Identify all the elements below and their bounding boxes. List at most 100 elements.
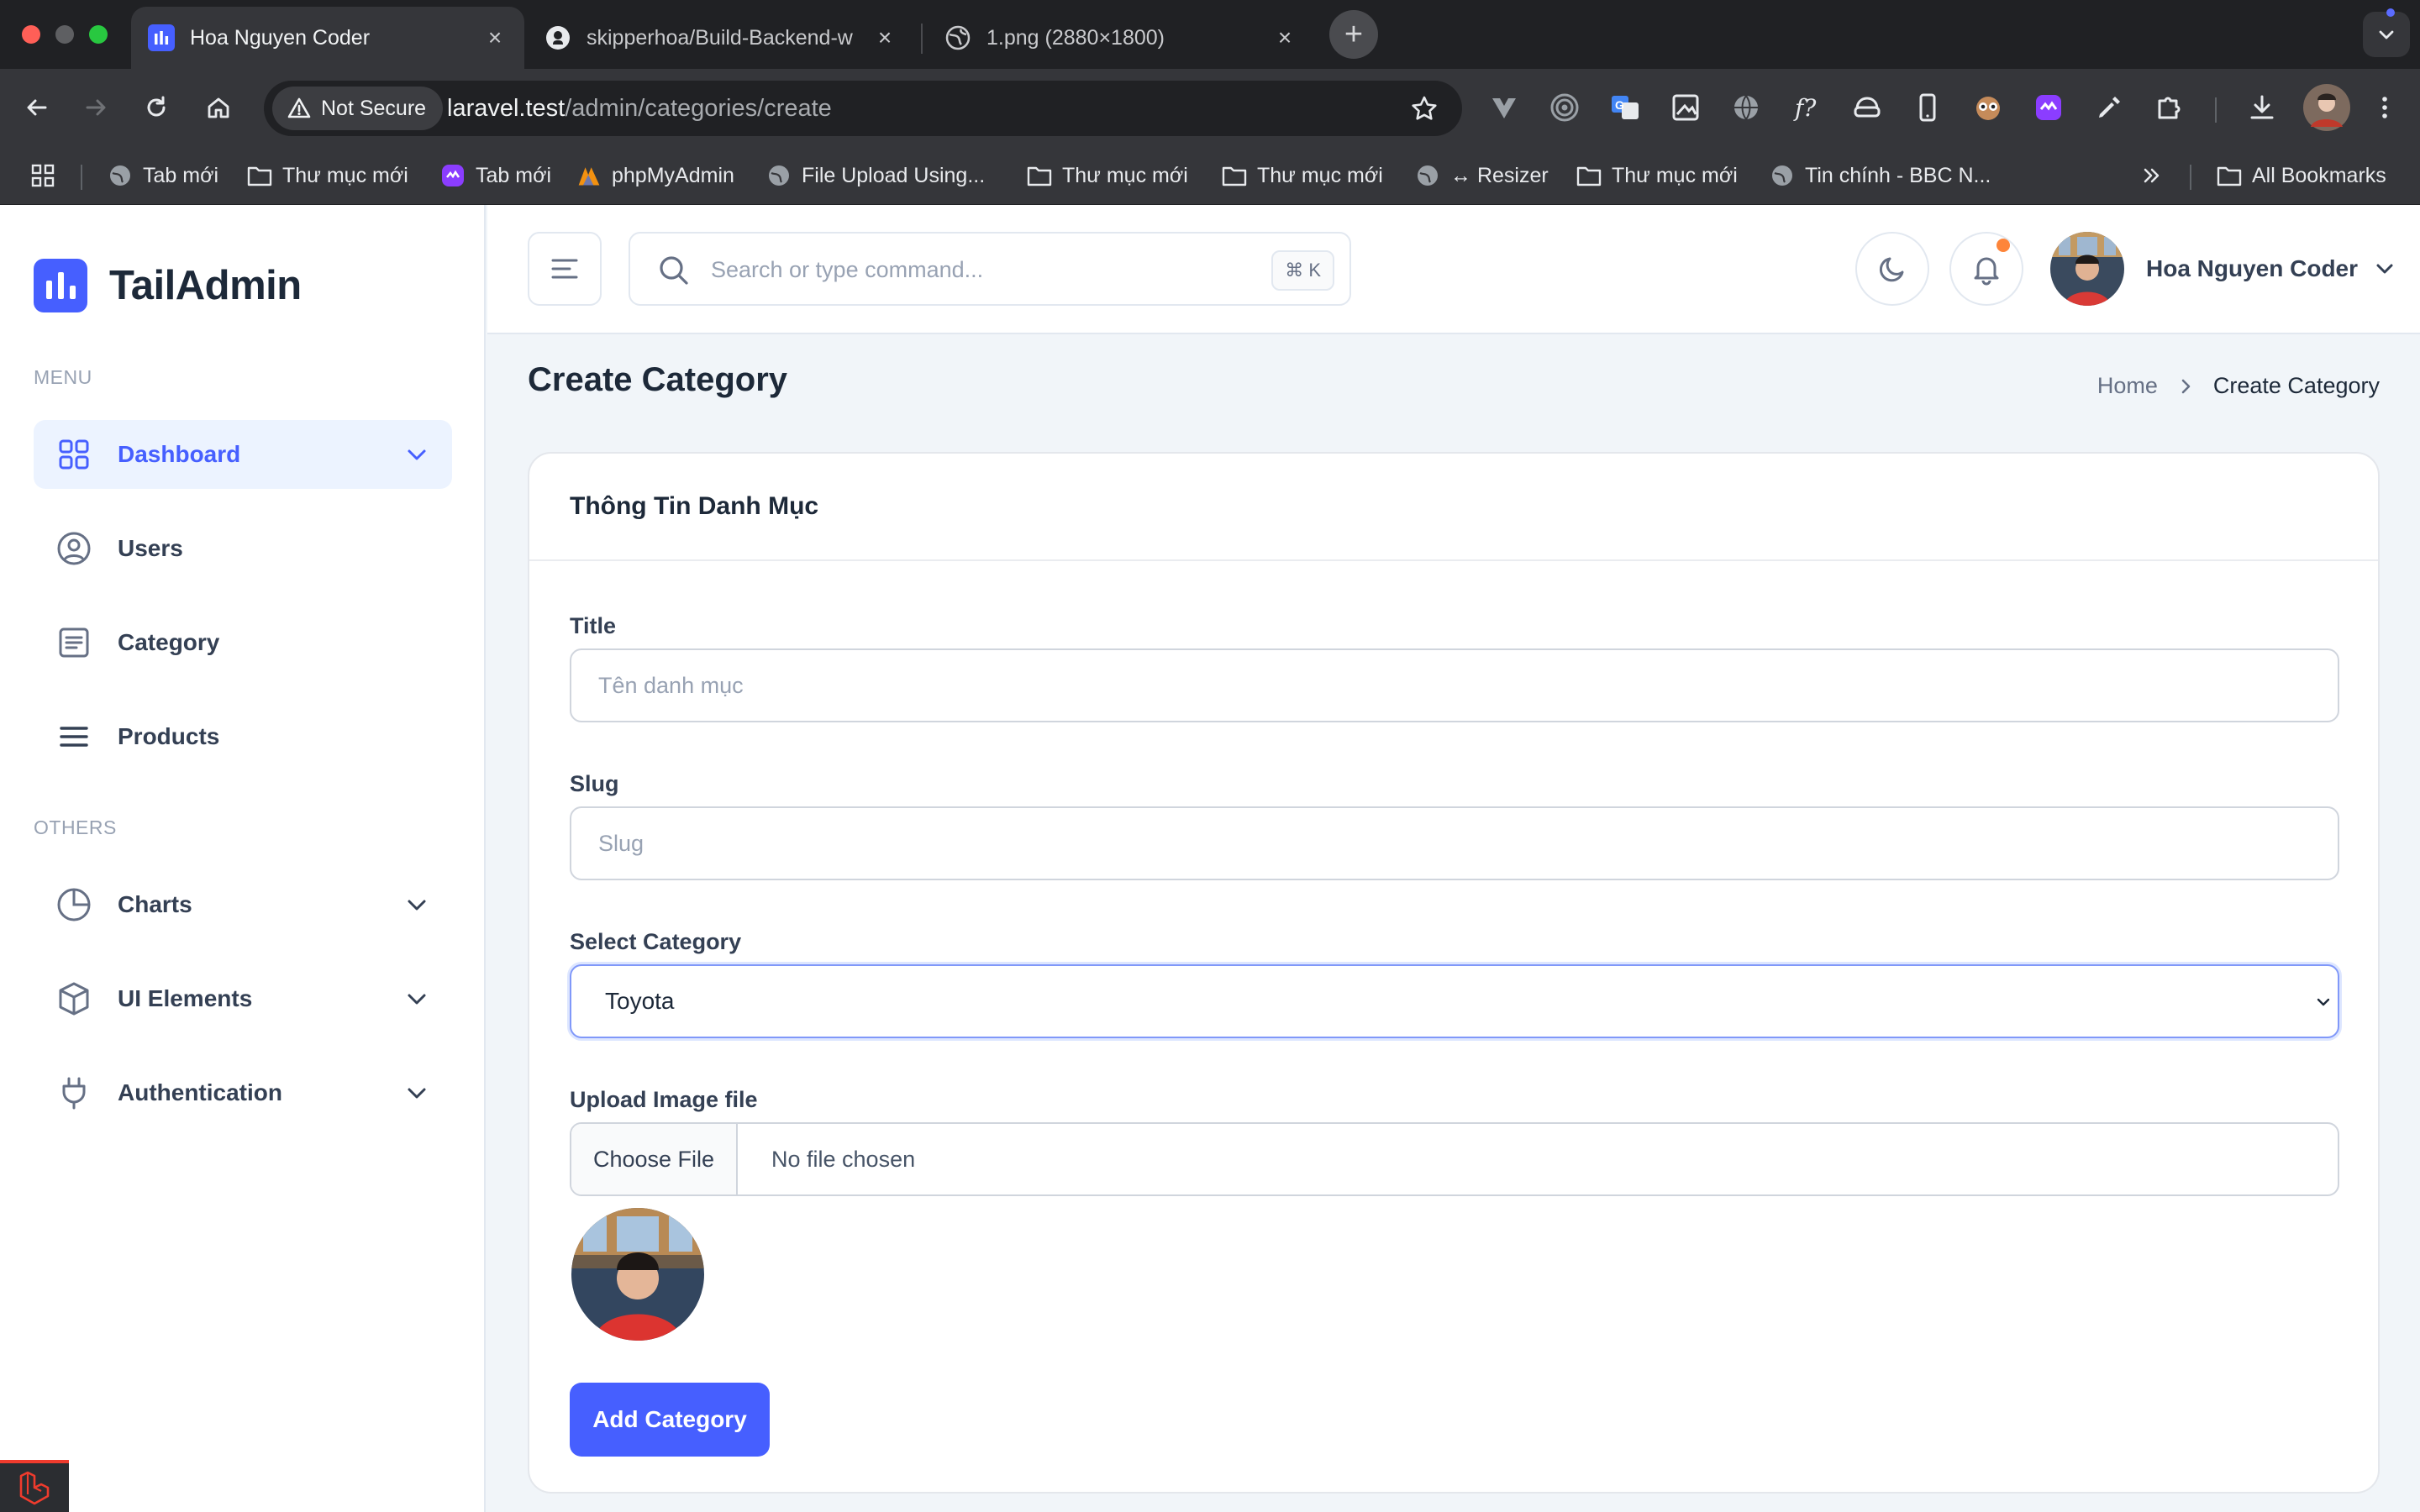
- tab-title: Hoa Nguyen Coder: [190, 25, 371, 50]
- bookmark-label: File Upload Using...: [802, 163, 986, 187]
- dark-mode-toggle[interactable]: [1855, 232, 1929, 306]
- bookmark-folder[interactable]: Thư mục mới: [1027, 160, 1188, 192]
- user-menu[interactable]: Hoa Nguyen Coder: [2050, 232, 2396, 306]
- bookmark-label: phpMyAdmin: [612, 163, 734, 187]
- ai-extension-icon[interactable]: [1849, 89, 1886, 126]
- chevron-down-icon: [403, 441, 430, 468]
- bookmark-item[interactable]: ↔ Resizer: [1415, 160, 1549, 192]
- category-select[interactable]: Toyota: [570, 964, 2339, 1038]
- bookmark-label: ↔ Resizer: [1450, 163, 1549, 187]
- brand-logo[interactable]: TailAdmin: [34, 259, 302, 312]
- close-tab-icon[interactable]: ×: [1272, 24, 1297, 50]
- zoom-window-button[interactable]: [89, 25, 108, 44]
- choose-file-button[interactable]: Choose File: [571, 1124, 738, 1194]
- bookmark-item[interactable]: File Upload Using...: [766, 160, 985, 192]
- bookmark-folder[interactable]: Thư mục mới: [247, 160, 408, 192]
- forward-button[interactable]: [76, 87, 116, 128]
- new-tab-button[interactable]: +: [1329, 10, 1378, 59]
- globe-extension-icon[interactable]: [1728, 89, 1765, 126]
- notifications-button[interactable]: [1949, 232, 2023, 306]
- avatar: [2050, 232, 2124, 306]
- home-button[interactable]: [198, 87, 239, 128]
- close-tab-icon[interactable]: ×: [872, 24, 897, 50]
- all-bookmarks-button[interactable]: All Bookmarks: [2217, 160, 2386, 192]
- purple-extension-icon[interactable]: [2030, 89, 2067, 126]
- vuejs-devtools-icon[interactable]: [1486, 89, 1523, 126]
- top-header: ⌘ K Hoa Nguyen Coder: [487, 205, 2420, 334]
- mobile-view-icon[interactable]: [1909, 89, 1946, 126]
- card-header: Thông Tin Danh Mục: [529, 454, 2378, 561]
- tab-github[interactable]: skipperhoa/Build-Backend-w ×: [528, 7, 914, 69]
- menu-heading: MENU: [34, 366, 92, 388]
- admin-app: TailAdmin MENU Dashboard Users Category: [0, 205, 2420, 1512]
- tab-hoa-nguyen-coder[interactable]: Hoa Nguyen Coder ×: [131, 7, 524, 69]
- bookmark-label: Tin chính - BBC N...: [1805, 163, 1991, 187]
- tailadmin-favicon-icon: [148, 24, 175, 51]
- laravel-debugbar-icon[interactable]: [0, 1460, 69, 1512]
- sidebar-item-dashboard[interactable]: Dashboard: [34, 420, 452, 489]
- target-extension-icon[interactable]: [1546, 89, 1583, 126]
- tab-strip: Hoa Nguyen Coder × skipperhoa/Build-Back…: [0, 0, 2420, 69]
- title-input[interactable]: [570, 648, 2339, 722]
- breadcrumb-home-link[interactable]: Home: [2097, 373, 2158, 399]
- sidebar-item-charts[interactable]: Charts: [34, 870, 452, 939]
- sidebar-item-label: UI Elements: [118, 985, 253, 1011]
- phpmyadmin-icon: [576, 163, 602, 188]
- apps-grid-icon[interactable]: [30, 160, 55, 192]
- upload-image-label: Upload Image file: [570, 1087, 758, 1112]
- address-bar[interactable]: Not Secure laravel.test/admin/categories…: [264, 81, 1462, 136]
- user-name: Hoa Nguyen Coder: [2146, 255, 2359, 281]
- sidebar-item-authentication[interactable]: Authentication: [34, 1058, 452, 1127]
- sidebar-item-users[interactable]: Users: [34, 514, 452, 583]
- more-bookmarks-icon[interactable]: [2141, 160, 2163, 192]
- arrow-right-icon: [86, 99, 106, 116]
- add-category-button[interactable]: Add Category: [570, 1383, 770, 1457]
- close-tab-icon[interactable]: ×: [482, 24, 508, 50]
- font-extension-icon[interactable]: f?: [1788, 89, 1825, 126]
- tab-search-button[interactable]: [2363, 12, 2410, 57]
- close-window-button[interactable]: [22, 25, 40, 44]
- folder-icon: [1576, 163, 1602, 188]
- sidebar-item-ui-elements[interactable]: UI Elements: [34, 964, 452, 1033]
- profile-avatar[interactable]: [2302, 83, 2351, 132]
- chevron-down-icon: [2314, 993, 2333, 1011]
- category-select-value: Toyota: [605, 988, 675, 1014]
- bookmark-folder[interactable]: Thư mục mới: [1222, 160, 1383, 192]
- bookmark-folder[interactable]: Thư mục mới: [1576, 160, 1738, 192]
- sidebar-item-category[interactable]: Category: [34, 608, 452, 677]
- sidebar-item-products[interactable]: Products: [34, 702, 452, 771]
- moon-icon: [1879, 257, 1904, 282]
- slug-input[interactable]: [570, 806, 2339, 880]
- more-options-icon[interactable]: [2366, 89, 2403, 126]
- bookmark-item[interactable]: Tin chính - BBC N...: [1770, 160, 1991, 192]
- chevron-down-icon: [403, 985, 430, 1012]
- minimize-window-button[interactable]: [55, 25, 74, 44]
- image-file-input[interactable]: Choose File No file chosen: [570, 1122, 2339, 1196]
- back-button[interactable]: [17, 87, 57, 128]
- globe-icon: [766, 163, 792, 188]
- color-picker-icon[interactable]: [2091, 89, 2128, 126]
- card-title: Thông Tin Danh Mục: [570, 492, 819, 520]
- menu-icon: [551, 259, 578, 279]
- bookmark-star-icon[interactable]: [1410, 94, 1439, 123]
- bookmark-item[interactable]: Tab mới: [440, 160, 551, 192]
- search-bar: ⌘ K: [629, 232, 1351, 306]
- extensions-puzzle-icon[interactable]: [2151, 89, 2188, 126]
- sidebar-toggle-button[interactable]: [528, 232, 602, 306]
- sidebar-item-label: Charts: [118, 891, 192, 917]
- security-indicator[interactable]: Not Secure: [272, 87, 444, 130]
- file-status-text: No file chosen: [771, 1147, 916, 1172]
- bookmark-item[interactable]: phpMyAdmin: [576, 160, 734, 192]
- download-icon[interactable]: [2244, 89, 2281, 126]
- tailadmin-logo-icon: [34, 259, 87, 312]
- google-translate-icon[interactable]: G: [1607, 89, 1644, 126]
- reload-button[interactable]: [136, 87, 176, 128]
- bookmark-item[interactable]: Tab mới: [108, 160, 218, 192]
- screenshot-extension-icon[interactable]: [1667, 89, 1704, 126]
- grid-icon: [55, 436, 92, 473]
- tab-image[interactable]: 1.png (2880×1800) ×: [928, 7, 1314, 69]
- image-preview: [571, 1208, 704, 1341]
- bookmarks-bar: Tab mới Thư mục mới Tab mới phpMyAdmin F…: [0, 146, 2420, 205]
- owl-extension-icon[interactable]: [1970, 89, 2007, 126]
- search-input[interactable]: [711, 249, 1215, 291]
